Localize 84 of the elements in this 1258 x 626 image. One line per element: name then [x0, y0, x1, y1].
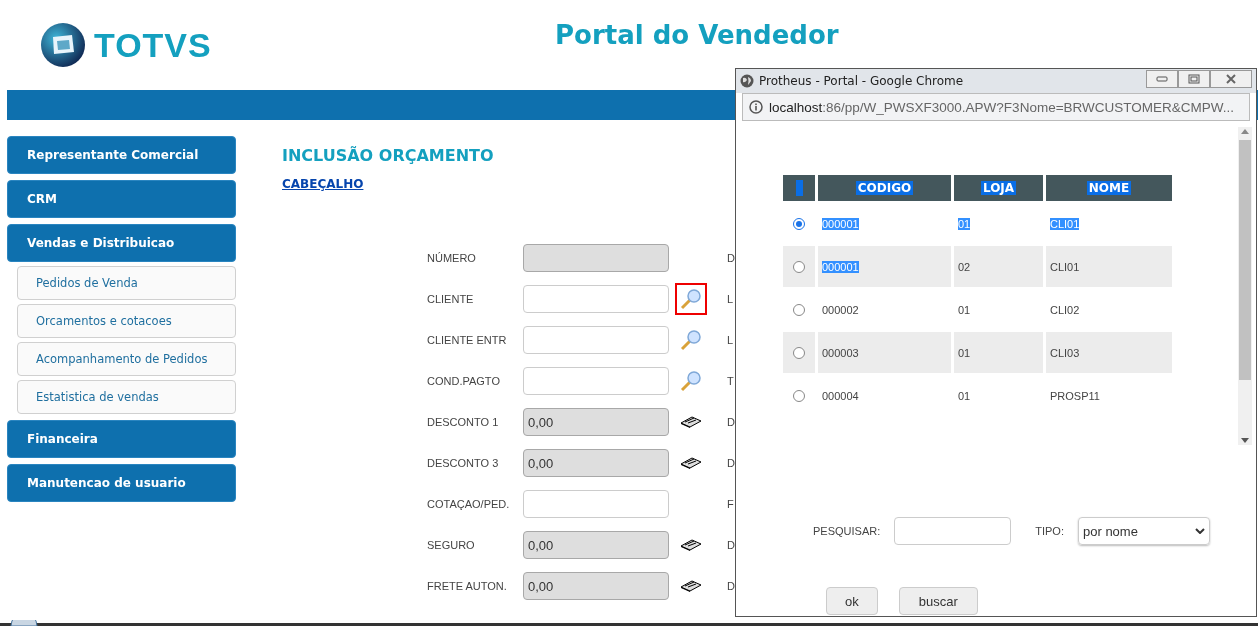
input-field[interactable]	[523, 326, 669, 354]
column-header: LOJA	[954, 175, 1043, 201]
table-cell: CLI02	[1050, 303, 1080, 316]
sidebar-subitem[interactable]: Pedidos de Venda	[17, 266, 236, 300]
field-label: L	[727, 334, 734, 346]
field-label: COND.PAGTO	[427, 375, 501, 387]
table-cell: PROSP11	[1050, 389, 1100, 402]
sidebar-subitem[interactable]: Estatistica de vendas	[17, 380, 236, 414]
field-label: NÚMERO	[427, 252, 477, 264]
table-cell: 000004	[822, 389, 859, 402]
search-label: PESQUISAR:	[813, 525, 881, 537]
radio-button[interactable]	[793, 389, 805, 402]
table-cell: 000001	[822, 217, 859, 230]
field-label: T	[727, 375, 734, 387]
table-cell: 01	[958, 346, 971, 359]
field-label: D	[727, 580, 735, 592]
search-button[interactable]: buscar	[898, 587, 978, 615]
logo-icon	[40, 22, 86, 68]
table-cell: CLI03	[1050, 346, 1080, 359]
table-cell: 01	[958, 217, 971, 230]
radio-button[interactable]	[793, 303, 805, 316]
sidebar-item[interactable]: Representante Comercial	[7, 136, 236, 174]
radio-button[interactable]	[793, 260, 805, 273]
restore-icon	[1188, 74, 1200, 84]
input-field[interactable]	[523, 490, 669, 518]
sidebar-subitem[interactable]: Acompanhamento de Pedidos	[17, 342, 236, 376]
search-icon[interactable]	[680, 370, 702, 392]
field-label: FRETE AUTON.	[427, 580, 508, 592]
address-bar[interactable]: localhost:86/pp/W_PWSXF3000.APW?F3Nome=BRWCUSTOMER&CMPW...	[742, 93, 1250, 121]
field-label: DESCONTO 3	[427, 457, 500, 469]
table-cell: 000003	[822, 346, 859, 359]
field-label: D	[727, 416, 735, 428]
close-button[interactable]	[1210, 70, 1252, 88]
round-icon[interactable]	[10, 620, 38, 626]
input-field[interactable]	[523, 285, 669, 313]
column-header: CODIGO	[818, 175, 951, 201]
sidebar-item[interactable]: Manutencao de usuario	[7, 464, 236, 502]
sidebar-item[interactable]: CRM	[7, 180, 236, 218]
table-cell: 01	[958, 303, 971, 316]
column-header: NOME	[1046, 175, 1172, 201]
scroll-up-icon[interactable]	[1241, 129, 1249, 134]
radio-button[interactable]	[793, 346, 805, 359]
type-dropdown[interactable]: por nome	[1078, 517, 1210, 545]
close-icon	[1225, 74, 1237, 84]
input-field[interactable]	[523, 367, 669, 395]
table-cell: 000002	[822, 303, 859, 316]
table-cell: 02	[958, 260, 971, 273]
field-label: COTAÇAO/PED.	[427, 498, 511, 510]
sidebar-item[interactable]: Financeira	[7, 420, 236, 458]
field-label: CLIENTE	[427, 293, 475, 305]
table-cell: CLI01	[1050, 217, 1080, 230]
chevron-down-icon	[1195, 528, 1205, 534]
type-label: TIPO:	[1035, 525, 1064, 537]
sidebar-subitem[interactable]: Orcamentos e cotacoes	[17, 304, 236, 338]
logo-text: TOTVS	[94, 25, 212, 65]
table-cell: CLI01	[1050, 260, 1080, 273]
field-label: DESCONTO 1	[427, 416, 500, 428]
scroll-down-icon[interactable]	[1241, 438, 1249, 443]
section-link[interactable]: CABEÇALHO	[282, 177, 364, 191]
scrollbar[interactable]	[1238, 127, 1252, 445]
table-cell: 01	[958, 389, 971, 402]
search-field[interactable]	[894, 517, 1012, 545]
field-label: F	[727, 498, 734, 510]
field-label: L	[727, 293, 734, 305]
url-path: :86/pp/W_PWSXF3000.APW?F3Nome=BRWCUSTOMER&CMPW...	[822, 99, 1235, 115]
ok-button[interactable]: ok	[826, 587, 878, 615]
table-cell: 000001	[822, 260, 859, 273]
maximize-button[interactable]	[1178, 70, 1210, 88]
popup-title: Protheus - Portal - Google Chrome	[759, 74, 964, 88]
field-label: D	[727, 539, 735, 551]
field-label: D	[727, 457, 735, 469]
url-host: localhost	[769, 99, 823, 115]
info-icon[interactable]	[749, 100, 763, 114]
field-label: SEGURO	[427, 539, 476, 551]
field-label: D	[727, 252, 735, 264]
sidebar-item[interactable]: Vendas e Distribuicao	[7, 224, 236, 262]
form-title: INCLUSÃO ORÇAMENTO	[282, 146, 495, 165]
radio-button[interactable]	[793, 217, 805, 230]
minimize-icon	[1156, 76, 1168, 82]
page-title: Portal do Vendedor	[555, 20, 839, 50]
globe-icon	[740, 74, 754, 88]
search-icon[interactable]	[680, 329, 702, 351]
minimize-button[interactable]	[1146, 70, 1178, 88]
field-label: CLIENTE ENTR	[427, 334, 508, 346]
